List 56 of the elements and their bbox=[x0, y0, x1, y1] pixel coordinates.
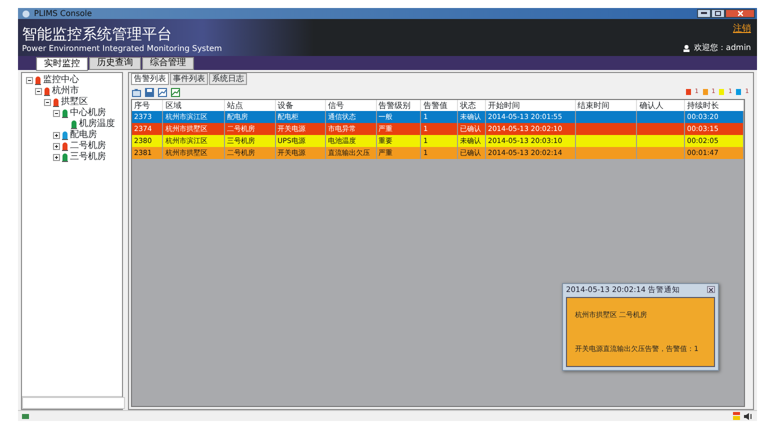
column-header: 开始时间 bbox=[485, 100, 576, 111]
minimize-button[interactable] bbox=[697, 9, 711, 18]
tree-item[interactable]: 配电房 bbox=[70, 130, 97, 141]
tree-item[interactable]: 机房温度 bbox=[79, 119, 115, 130]
chart-icon[interactable] bbox=[158, 88, 167, 96]
main-tab[interactable]: 历史查询 bbox=[89, 57, 141, 70]
expand-toggle[interactable] bbox=[35, 88, 42, 95]
user-label: 欢迎您：admin bbox=[694, 42, 751, 54]
expand-toggle[interactable] bbox=[26, 77, 33, 84]
close-icon bbox=[738, 11, 742, 16]
alarm-icon[interactable] bbox=[733, 412, 740, 420]
expand-toggle[interactable] bbox=[53, 110, 60, 117]
tree-item[interactable]: 二号机房 bbox=[70, 141, 106, 152]
column-header: 设备 bbox=[275, 100, 326, 111]
app-icon bbox=[22, 10, 30, 18]
list-tab[interactable]: 事件列表 bbox=[170, 73, 208, 85]
list-tab[interactable]: 告警列表 bbox=[131, 73, 169, 85]
expand-toggle[interactable] bbox=[53, 154, 60, 161]
column-header: 状态 bbox=[457, 100, 486, 111]
column-header: 信号 bbox=[326, 100, 376, 111]
main-tab[interactable]: 综合管理 bbox=[142, 57, 194, 70]
column-header: 区域 bbox=[162, 100, 225, 111]
user-icon bbox=[682, 44, 690, 52]
speaker-icon[interactable] bbox=[744, 412, 753, 420]
save-icon[interactable] bbox=[145, 88, 154, 96]
close-icon bbox=[709, 288, 713, 292]
column-header: 结束时间 bbox=[575, 100, 637, 111]
expand-toggle[interactable] bbox=[53, 132, 60, 139]
expand-toggle[interactable] bbox=[44, 99, 51, 106]
tree-item[interactable]: 监控中心 bbox=[43, 75, 79, 86]
tree-item[interactable]: 拱墅区 bbox=[61, 97, 88, 108]
chart-icon[interactable] bbox=[171, 88, 180, 96]
popup-close-button[interactable] bbox=[707, 286, 715, 293]
column-header: 序号 bbox=[132, 100, 163, 111]
export-icon[interactable] bbox=[132, 88, 141, 96]
close-button[interactable] bbox=[725, 9, 755, 18]
list-tab[interactable]: 系统日志 bbox=[209, 73, 247, 85]
expand-toggle[interactable] bbox=[53, 143, 60, 150]
column-header: 确认人 bbox=[636, 100, 684, 111]
search-field[interactable] bbox=[22, 397, 125, 409]
window-title: PLIMS Console bbox=[34, 8, 92, 18]
maximize-icon bbox=[715, 11, 721, 16]
tree-item[interactable]: 三号机房 bbox=[70, 152, 106, 163]
tree-item[interactable]: 杭州市 bbox=[52, 86, 79, 97]
app-title: 智能监控系统管理平台 bbox=[22, 25, 173, 44]
app-subtitle: Power Environment Integrated Monitoring System bbox=[22, 44, 222, 54]
column-header: 告警级别 bbox=[376, 100, 421, 111]
maximize-button[interactable] bbox=[711, 9, 725, 18]
minimize-icon bbox=[701, 12, 707, 15]
tree-item[interactable]: 中心机房 bbox=[70, 108, 106, 119]
status-icon bbox=[22, 414, 29, 418]
column-header: 持续时长 bbox=[684, 100, 744, 111]
column-header: 站点 bbox=[224, 100, 276, 111]
main-tab[interactable]: 实时监控 bbox=[36, 57, 88, 71]
logout-link[interactable]: 注销 bbox=[733, 23, 751, 36]
column-header: 告警值 bbox=[420, 100, 458, 111]
